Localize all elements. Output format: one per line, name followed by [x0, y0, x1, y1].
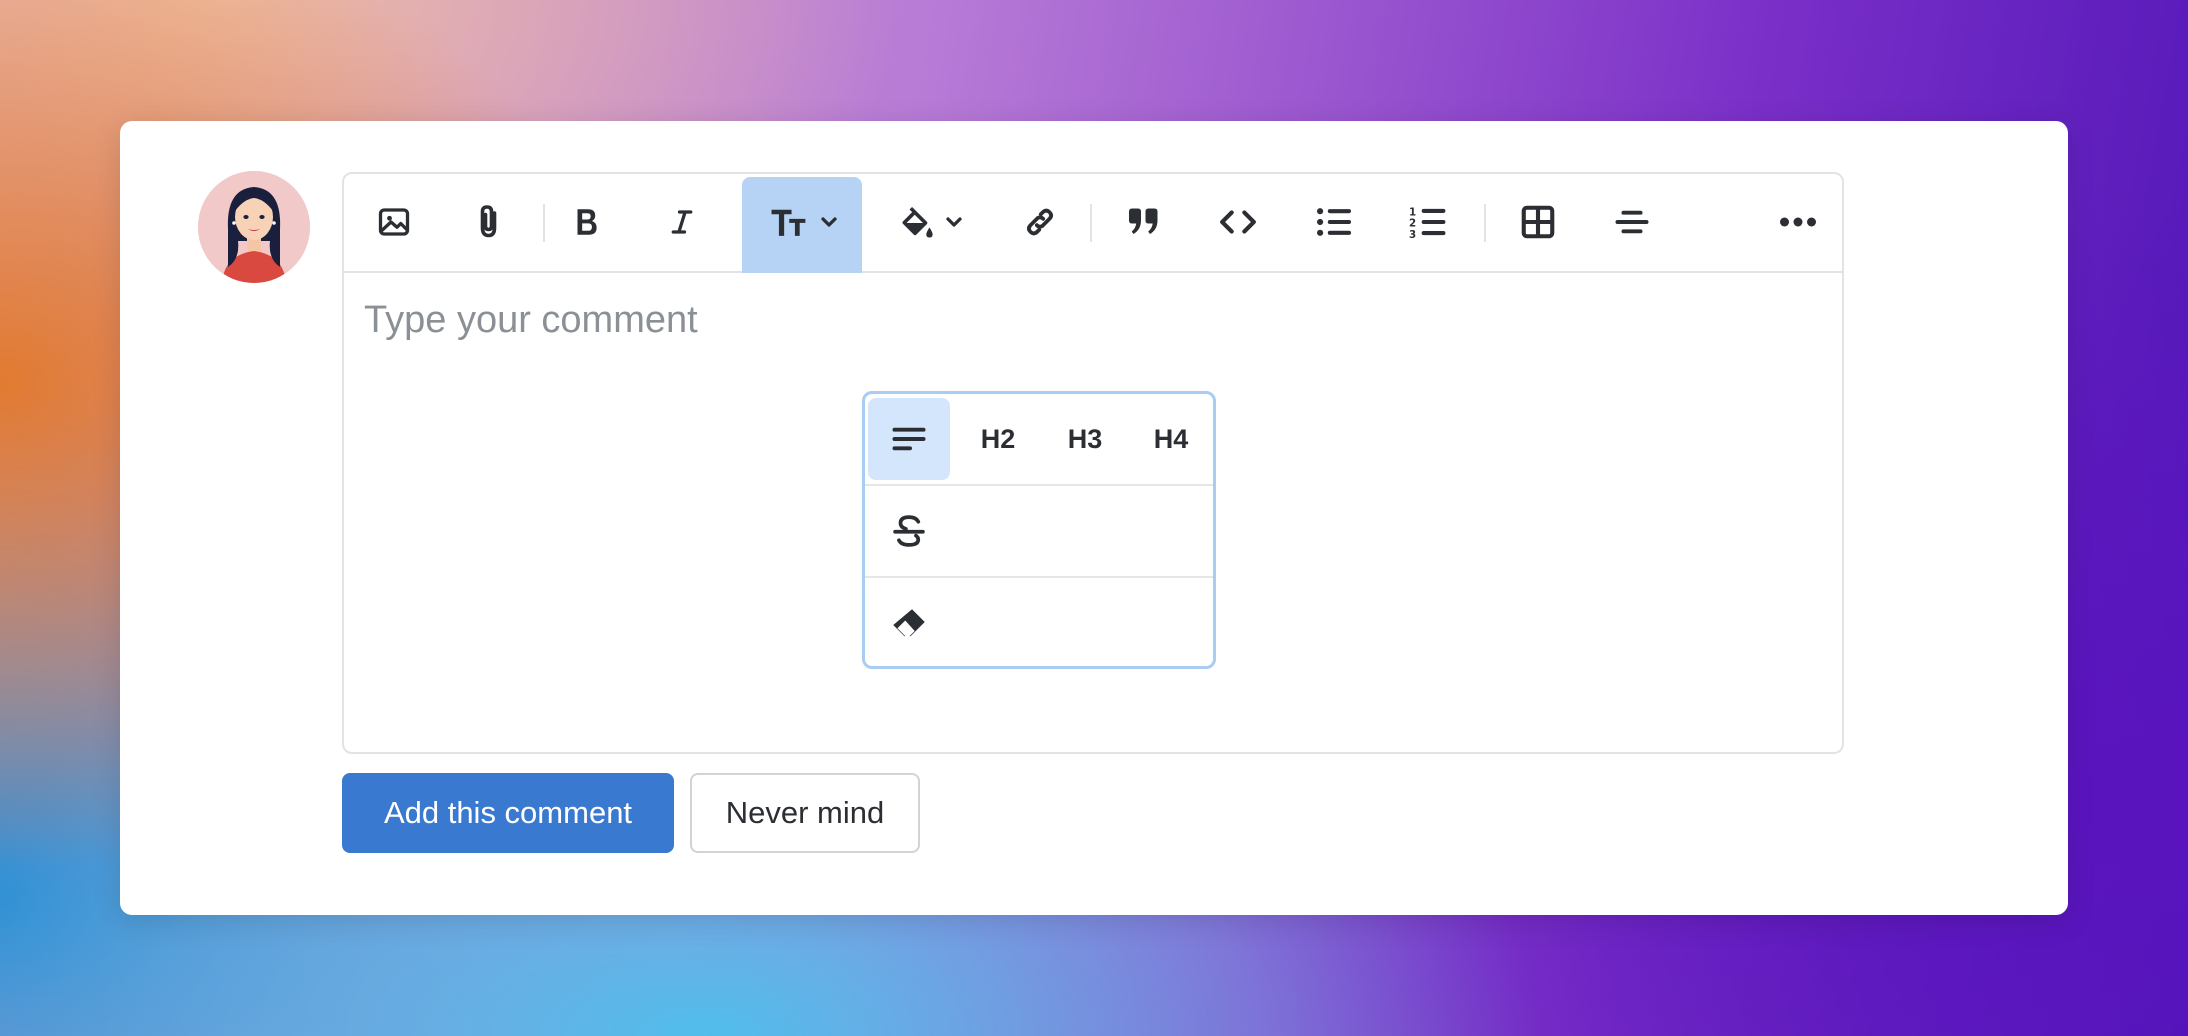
bold-icon — [577, 209, 597, 235]
chevron-down-icon — [946, 217, 962, 227]
svg-text:3: 3 — [1409, 229, 1416, 240]
italic-icon — [671, 210, 693, 234]
bold-button[interactable] — [558, 194, 614, 250]
bulleted-list-icon — [1317, 208, 1351, 236]
image-icon — [378, 208, 410, 236]
highlight-color-button[interactable] — [888, 194, 972, 250]
quote-button[interactable] — [1116, 194, 1172, 250]
avatar-portrait — [198, 171, 310, 283]
text-style-button[interactable] — [754, 194, 854, 250]
insert-image-button[interactable] — [366, 194, 422, 250]
numbered-list-icon: 1 2 3 — [1409, 207, 1446, 240]
add-comment-button[interactable]: Add this comment — [342, 773, 674, 853]
toolbar-divider — [1090, 204, 1092, 242]
numbered-list-button[interactable]: 1 2 3 — [1400, 194, 1456, 250]
quote-icon — [1129, 208, 1158, 234]
comment-input-placeholder[interactable]: Type your comment — [364, 299, 744, 342]
paragraph-option[interactable] — [868, 398, 950, 480]
eraser-icon — [893, 609, 925, 637]
comment-card: 1 2 3 Type your comment H2 H3 H4 Add thi… — [120, 121, 2068, 915]
strikethrough-icon — [893, 515, 925, 547]
text-style-menu: H2 H3 H4 — [862, 391, 1216, 669]
italic-button[interactable] — [654, 194, 710, 250]
heading-3-option[interactable]: H3 — [1045, 398, 1125, 480]
paperclip-icon — [480, 205, 497, 238]
heading-options-row: H2 H3 H4 — [865, 394, 1213, 486]
heading-4-option[interactable]: H4 — [1131, 398, 1211, 480]
clear-formatting-option[interactable] — [868, 581, 950, 663]
link-icon — [1027, 208, 1053, 236]
paragraph-icon — [892, 427, 926, 451]
bulleted-list-button[interactable] — [1306, 194, 1362, 250]
strikethrough-option[interactable] — [868, 490, 950, 572]
more-options-button[interactable] — [1770, 194, 1826, 250]
insert-table-button[interactable] — [1510, 194, 1566, 250]
clear-formatting-row — [865, 578, 1213, 666]
text-size-icon — [771, 209, 806, 236]
paint-bucket-icon — [902, 206, 933, 238]
attach-file-button[interactable] — [462, 194, 518, 250]
formatting-toolbar: 1 2 3 — [344, 174, 1842, 273]
avatar — [198, 171, 310, 283]
strikethrough-row — [865, 486, 1213, 578]
toolbar-divider — [543, 204, 545, 242]
cancel-button[interactable]: Never mind — [690, 773, 920, 853]
link-button[interactable] — [1012, 194, 1068, 250]
more-icon — [1780, 217, 1816, 227]
code-icon — [1220, 210, 1256, 234]
horizontal-rule-icon — [1615, 210, 1649, 234]
table-icon — [1521, 205, 1555, 239]
horizontal-rule-button[interactable] — [1604, 194, 1660, 250]
code-button[interactable] — [1210, 194, 1266, 250]
toolbar-divider — [1484, 204, 1486, 242]
heading-2-option[interactable]: H2 — [958, 398, 1038, 480]
chevron-down-icon — [821, 217, 837, 227]
